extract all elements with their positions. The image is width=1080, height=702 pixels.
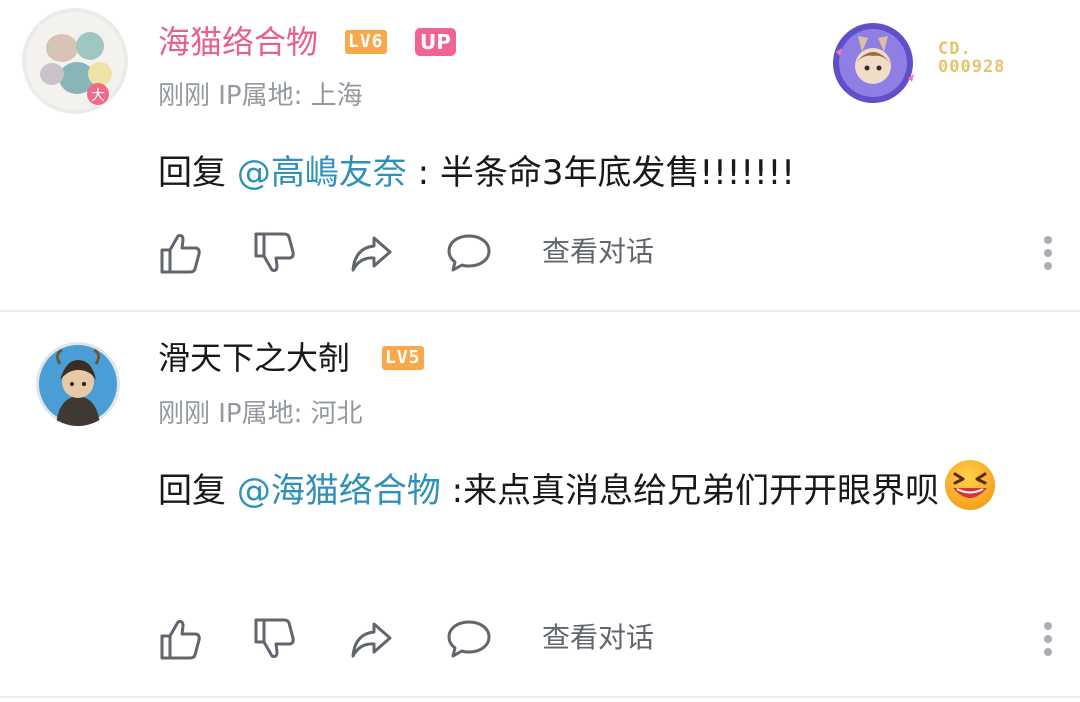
- reply-prefix: 回复: [158, 471, 226, 511]
- thumbs-up-icon: [160, 234, 201, 274]
- avatar[interactable]: [36, 342, 120, 426]
- reply-body: :来点真消息给兄弟们开开眼界呗: [440, 471, 940, 511]
- divider: [0, 696, 1080, 698]
- svg-text:大: 大: [91, 88, 105, 104]
- reply-text: 回复 @海猫络合物 :来点真消息给兄弟们开开眼界呗: [158, 458, 1048, 522]
- comment-meta: 刚刚 IP属地: 上海: [158, 81, 363, 111]
- more-options-button[interactable]: [1038, 230, 1058, 276]
- thumbs-down-icon: [254, 618, 295, 658]
- mention-link[interactable]: @高嶋友奈: [237, 153, 407, 193]
- mention-link[interactable]: @海猫络合物: [237, 471, 441, 511]
- view-conversation-link[interactable]: 查看对话: [542, 234, 654, 270]
- avatar[interactable]: 大: [22, 8, 128, 114]
- share-button[interactable]: [348, 230, 394, 276]
- comment-item: 大 海猫络合物 LV6 UP CD. 000928 刚刚 IP属地: 上海 回复…: [0, 0, 1080, 310]
- comment-bubble-icon: [447, 620, 491, 658]
- fan-badge-code-line: CD.: [938, 39, 972, 59]
- share-icon: [351, 236, 392, 272]
- comment-actions: 查看对话: [158, 616, 1058, 662]
- more-vertical-icon: [1044, 622, 1052, 656]
- laughing-emoji-icon: [943, 458, 997, 512]
- like-button[interactable]: [158, 230, 204, 276]
- reply-prefix: 回复: [158, 153, 226, 193]
- like-button[interactable]: [158, 616, 204, 662]
- more-options-button[interactable]: [1038, 616, 1058, 662]
- thumbs-down-icon: [254, 232, 295, 272]
- dislike-button[interactable]: [252, 616, 298, 662]
- level-badge: LV6: [345, 30, 387, 54]
- comment-bubble-icon: [447, 234, 491, 272]
- username[interactable]: 海猫络合物: [158, 22, 318, 62]
- share-button[interactable]: [348, 616, 394, 662]
- reply-text: 回复 @高嶋友奈 : 半条命3年底发售!!!!!!!: [158, 142, 795, 204]
- level-badge: LV5: [382, 346, 424, 370]
- fan-badge-icon[interactable]: [828, 18, 918, 104]
- comment-item: 滑天下之大剞 LV5 刚刚 IP属地: 河北 回复 @海猫络合物 :来点真消息给…: [0, 312, 1080, 702]
- reply-button[interactable]: [446, 230, 492, 276]
- fan-badge-code: CD. 000928: [938, 40, 1005, 76]
- dislike-button[interactable]: [252, 230, 298, 276]
- up-badge: UP: [415, 28, 456, 56]
- thumbs-up-icon: [160, 620, 201, 660]
- fan-badge-code-line: 000928: [938, 57, 1006, 77]
- share-icon: [351, 622, 392, 658]
- view-conversation-link[interactable]: 查看对话: [542, 620, 654, 656]
- reply-button[interactable]: [446, 616, 492, 662]
- more-vertical-icon: [1044, 236, 1052, 270]
- reply-body: : 半条命3年底发售!!!!!!!: [406, 153, 795, 193]
- comment-actions: 查看对话: [158, 230, 1058, 276]
- comment-meta: 刚刚 IP属地: 河北: [158, 399, 363, 429]
- username[interactable]: 滑天下之大剞: [158, 338, 350, 378]
